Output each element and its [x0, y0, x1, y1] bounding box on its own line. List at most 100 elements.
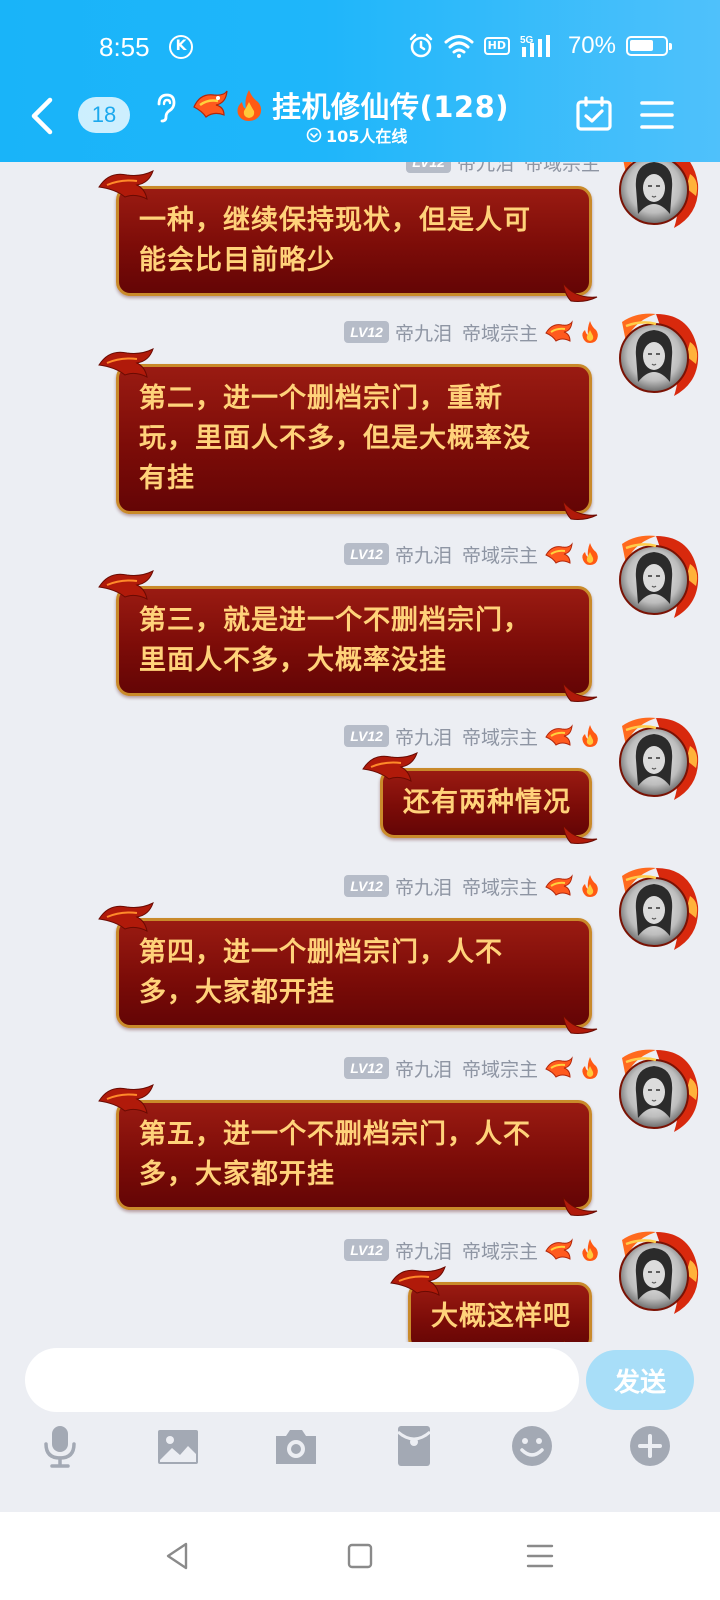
sender-name[interactable]: 帝九泪 — [395, 723, 452, 750]
avatar[interactable] — [612, 866, 700, 954]
avatar[interactable] — [612, 716, 700, 804]
sender-name[interactable]: 帝九泪 — [395, 541, 452, 568]
composer: 发送 — [0, 1342, 720, 1512]
recents-menu-icon[interactable] — [524, 1540, 556, 1572]
flame-icon — [580, 320, 600, 344]
message-bubble[interactable]: 第四，进一个删档宗门，人不 多，大家都开挂 — [116, 918, 592, 1028]
message-line: 有挂 — [139, 463, 195, 494]
level-badge: LV12 — [344, 543, 389, 565]
sender-title: 帝域宗主 — [461, 1058, 538, 1081]
ear-icon[interactable] — [155, 92, 177, 124]
dragon-badge-icon — [544, 1055, 574, 1081]
avatar[interactable] — [612, 1230, 700, 1318]
message-line: 还有两种情况 — [403, 787, 571, 818]
dragon-ornament-icon — [97, 567, 155, 605]
online-text: 105人在线 — [326, 127, 408, 146]
message-line: 里面人不多，大概率没挂 — [139, 645, 447, 676]
message-line: 一种，继续保持现状，但是人可 — [139, 205, 531, 236]
back-chevron-icon[interactable] — [28, 96, 56, 136]
flame-icon — [580, 542, 600, 566]
message-bubble[interactable]: 一种，继续保持现状，但是人可 能会比目前略少 — [116, 186, 592, 296]
send-button[interactable]: 发送 — [586, 1350, 694, 1410]
message-line: 玩，里面人不多，但是大概率没 — [139, 423, 531, 454]
message-line: 第二，进一个删档宗门，重新 — [139, 383, 503, 414]
menu-icon[interactable] — [640, 100, 674, 130]
sender-name[interactable]: 帝九泪 — [395, 319, 452, 346]
back-triangle-icon[interactable] — [162, 1540, 194, 1572]
k-icon: K — [169, 35, 193, 59]
sender-name[interactable]: 帝九泪 — [457, 162, 514, 176]
message-meta: LV12 帝九泪 帝域宗主 — [344, 540, 600, 568]
dragon-ornament-icon — [361, 749, 419, 787]
chevron-circle-down-icon — [306, 127, 322, 143]
composer-toolbar — [0, 1422, 720, 1502]
dragon-badge-icon — [544, 723, 574, 749]
sender-title: 帝域宗主 — [461, 876, 538, 899]
wifi-icon — [444, 35, 474, 58]
dragon-badge-icon — [544, 541, 574, 567]
level-badge: LV12 — [344, 1057, 389, 1079]
emoji-icon[interactable] — [508, 1422, 556, 1470]
online-count[interactable]: 105人在线 — [306, 123, 407, 147]
sender-title: 帝域宗主 — [461, 1240, 538, 1263]
level-badge: LV12 — [344, 875, 389, 897]
level-badge: LV12 — [406, 162, 451, 173]
message-line: 第三，就是进一个不删档宗门， — [139, 605, 531, 636]
camera-icon[interactable] — [272, 1422, 320, 1470]
level-badge: LV12 — [344, 725, 389, 747]
sender-name[interactable]: 帝九泪 — [395, 1237, 452, 1264]
sender-title: 帝域宗主 — [461, 322, 538, 345]
dragon-ornament-icon — [97, 899, 155, 937]
message-line: 大概这样吧 — [431, 1301, 571, 1332]
group-title: 挂机修仙传(128) — [272, 90, 510, 124]
hd-badge: HD — [483, 37, 510, 55]
level-badge: LV12 — [344, 1239, 389, 1261]
ornament-tail-icon — [561, 1011, 599, 1037]
message-list[interactable]: LV12 帝九泪 帝域宗主 一种，继续保持现状，但是人可 能会比目前略少 LV1… — [0, 162, 720, 1342]
message-line: 多，大家都开挂 — [139, 977, 335, 1008]
unread-count-badge[interactable]: 18 — [78, 97, 130, 133]
dragon-ornament-icon — [389, 1263, 447, 1301]
microphone-icon[interactable] — [36, 1422, 84, 1470]
ornament-tail-icon — [561, 279, 599, 305]
message-input[interactable] — [25, 1348, 579, 1412]
red-packet-icon[interactable] — [390, 1422, 438, 1470]
dragon-badge-icon — [544, 873, 574, 899]
battery-fill — [630, 40, 653, 51]
dragon-ornament-icon — [97, 167, 155, 205]
home-square-icon[interactable] — [344, 1540, 376, 1572]
flame-icon — [580, 874, 600, 898]
message-line: 第五，进一个不删档宗门，人不 — [139, 1119, 531, 1150]
message-bubble[interactable]: 第五，进一个不删档宗门，人不 多，大家都开挂 — [116, 1100, 592, 1210]
message-bubble[interactable]: 还有两种情况 — [380, 768, 592, 838]
message-meta: LV12 帝九泪 帝域宗主 — [344, 1054, 600, 1082]
message-meta: LV12 帝九泪 帝域宗主 — [344, 872, 600, 900]
status-bar: 8:55 K HD 5G 70% — [0, 26, 720, 70]
plus-icon[interactable] — [626, 1422, 674, 1470]
sender-name[interactable]: 帝九泪 — [395, 1055, 452, 1082]
message-bubble[interactable]: 第二，进一个删档宗门，重新 玩，里面人不多，但是大概率没 有挂 — [116, 364, 592, 514]
sender-name[interactable]: 帝九泪 — [395, 873, 452, 900]
flame-icon — [580, 1238, 600, 1262]
message-meta: LV12 帝九泪 帝域宗主 — [344, 1236, 600, 1264]
message-bubble[interactable]: 第三，就是进一个不删档宗门， 里面人不多，大概率没挂 — [116, 586, 592, 696]
avatar[interactable] — [612, 162, 700, 232]
calendar-check-icon[interactable] — [575, 96, 613, 132]
group-title-row[interactable]: 挂机修仙传(128) — [190, 84, 509, 126]
message-line: 能会比目前略少 — [139, 245, 335, 276]
message-line: 多，大家都开挂 — [139, 1159, 335, 1190]
avatar[interactable] — [612, 312, 700, 400]
signal-icon: 5G — [520, 35, 550, 57]
message-bubble[interactable]: 大概这样吧 — [408, 1282, 592, 1342]
flame-icon — [237, 90, 262, 121]
level-badge: LV12 — [344, 321, 389, 343]
flame-icon — [580, 1056, 600, 1080]
message-meta: LV12 帝九泪 帝域宗主 — [344, 722, 600, 750]
ornament-tail-icon — [561, 1193, 599, 1219]
avatar[interactable] — [612, 1048, 700, 1136]
image-icon[interactable] — [154, 1422, 202, 1470]
battery-percent: 70% — [567, 32, 616, 59]
battery-icon — [626, 36, 672, 56]
ornament-tail-icon — [561, 679, 599, 705]
avatar[interactable] — [612, 534, 700, 622]
